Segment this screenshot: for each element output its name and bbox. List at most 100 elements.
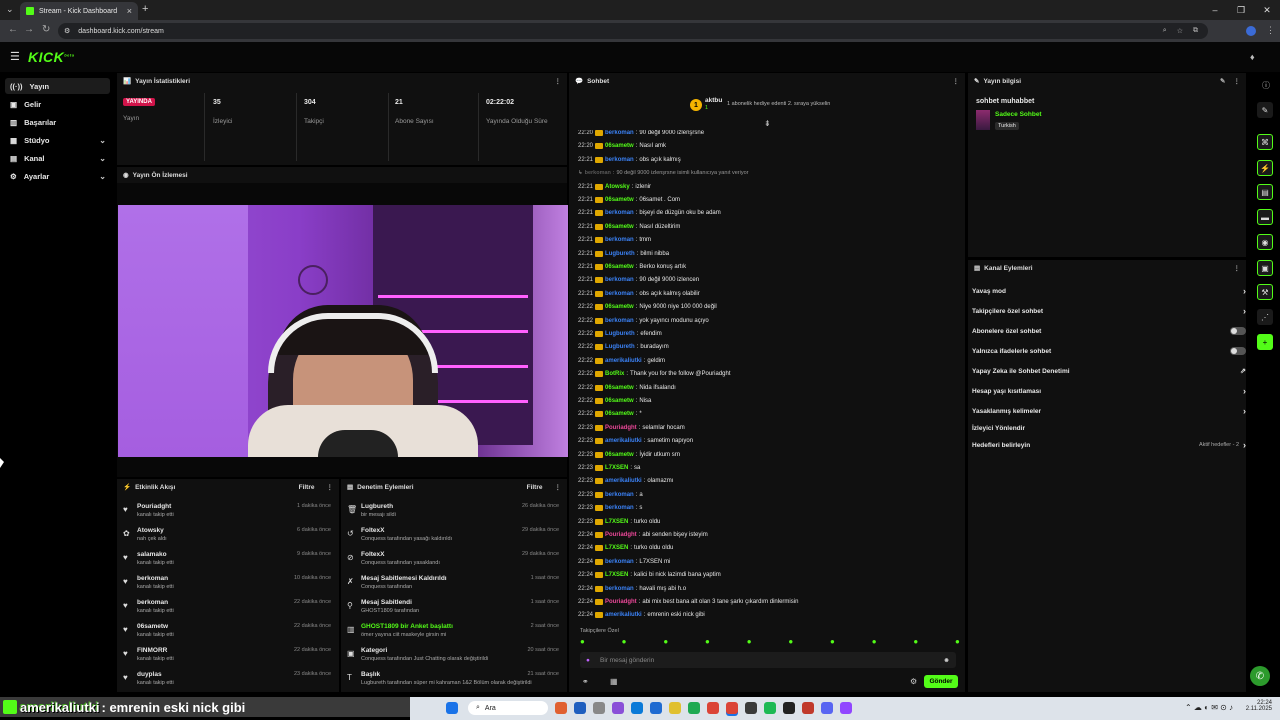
tab-search-icon[interactable]: ⌄: [6, 4, 14, 15]
message-username[interactable]: 06sametw: [605, 398, 634, 404]
add-widget-icon[interactable]: +: [1257, 334, 1273, 350]
chat-message[interactable]: 22:22 Lugbureth: buradayım: [578, 344, 669, 351]
broadcast-icon[interactable]: ◉: [1257, 234, 1273, 250]
bolt-icon[interactable]: ⚡: [1257, 160, 1273, 176]
edit-icon[interactable]: ✎: [1220, 77, 1225, 85]
app-icon[interactable]: [745, 702, 757, 714]
chat-message[interactable]: 22:24 Pouriadght: abi mix best bana alt ol…: [578, 599, 798, 605]
edit-layout-icon[interactable]: ✎: [1257, 102, 1273, 118]
chat-message[interactable]: 22:21 berkoman: obs açık kalmış olabilir: [578, 290, 700, 297]
chat-message[interactable]: 22:22 06sametw: *: [578, 411, 642, 418]
url-field[interactable]: ⚙ dashboard.kick.com/stream ⌕ ☆ ⧉: [58, 23, 1208, 39]
app-icon[interactable]: [593, 702, 605, 714]
action-account-age[interactable]: Hesap yaşı kısıtlaması ›: [972, 381, 1246, 401]
close-window-icon[interactable]: ✕: [1254, 0, 1280, 20]
action-emote-only[interactable]: Yalnızca ifadelerle sohbet: [972, 341, 1246, 361]
chat-message[interactable]: 22:22 amerikaliutki: geldim: [578, 357, 665, 364]
chat-message[interactable]: 22:20 06sametw: Nasıl amk: [578, 143, 666, 150]
chat-message[interactable]: 22:22 06sametw: Nisa: [578, 398, 651, 404]
chat-message[interactable]: 22:22 06sametw: Nida ifsalandı: [578, 384, 676, 391]
chat-message[interactable]: 22:22 06sametw: Niye 9000 niye 100 000 değ…: [578, 304, 717, 311]
back-icon[interactable]: ←: [8, 24, 18, 35]
wrench-icon[interactable]: ⚒: [1257, 284, 1273, 300]
filter-button[interactable]: Filtre: [299, 484, 315, 491]
mod-tools-icon[interactable]: ⚭: [582, 677, 589, 686]
message-username[interactable]: L7XSEN: [605, 465, 628, 471]
message-username[interactable]: berkoman: [605, 291, 634, 297]
app-icon[interactable]: [840, 702, 852, 714]
site-info-icon[interactable]: ⚙: [64, 27, 70, 35]
more-options-icon[interactable]: ⋮: [1234, 77, 1241, 85]
message-username[interactable]: amerikaliutki: [605, 438, 642, 444]
chat-message[interactable]: 22:24 amerikaliutki: emrenin eski nick gib…: [578, 612, 705, 619]
message-username[interactable]: 06sametw: [605, 264, 634, 270]
sidebar-item-yayin[interactable]: ((·)) Yayın: [5, 78, 110, 94]
chat-message[interactable]: 22:23 L7XSEN: sa: [578, 465, 640, 471]
sidebar-item-ayarlar[interactable]: ⚙ Ayarlar ⌄: [5, 168, 110, 184]
chat-message[interactable]: 22:22 BotRix: Thank you for the follow @Po…: [578, 371, 731, 378]
tray-icons[interactable]: ⌃ ☁ ◐ ✉ ⊙ ♪: [1185, 703, 1233, 712]
clock[interactable]: 22:24 2.11.2025: [1232, 700, 1272, 712]
app-icon[interactable]: [555, 702, 567, 714]
emoji-icon[interactable]: ☻: [943, 657, 950, 664]
sidebar-item-studyo[interactable]: ▦ Stüdyo ⌄: [5, 132, 110, 148]
action-slow-mode[interactable]: Yavaş mod ›: [972, 281, 1246, 301]
chat-message[interactable]: 22:21 Lugbureth: bilmi nibba: [578, 250, 669, 257]
chat-message[interactable]: 22:21 berkoman: obs açık kalmış: [578, 156, 681, 163]
message-username[interactable]: 06sametw: [605, 304, 634, 310]
chat-message[interactable]: 22:24 berkoman: havali mış abi h.o: [578, 585, 686, 592]
message-username[interactable]: berkoman: [605, 277, 634, 283]
app-icon[interactable]: [612, 702, 624, 714]
chat-message[interactable]: 22:24 Pouriadght: abi senden bişey isteyim: [578, 532, 708, 538]
message-username[interactable]: berkoman: [605, 318, 634, 324]
chat-message[interactable]: 22:21 berkoman:90 değil 9000 izlencen: [578, 277, 699, 284]
chrome-icon[interactable]: [726, 702, 738, 714]
message-username[interactable]: berkoman: [585, 170, 611, 176]
user-menu-icon[interactable]: ♦: [1250, 52, 1255, 62]
message-username[interactable]: Lugbureth: [605, 344, 635, 350]
folder-icon[interactable]: [669, 702, 681, 714]
more-options-icon[interactable]: ⋮: [1234, 264, 1241, 272]
chat-message[interactable]: 22:22 berkoman: yok yayıncı modunu açıyo: [578, 317, 709, 324]
chat-message[interactable]: 22:23 L7XSEN: turko oldu: [578, 518, 660, 525]
message-username[interactable]: 06sametw: [605, 224, 634, 230]
send-button[interactable]: Gönder: [924, 675, 958, 688]
message-username[interactable]: berkoman: [605, 210, 634, 216]
chat-message[interactable]: 22:23 Pouriadght: selamlar hocam: [578, 424, 685, 431]
kick-logo[interactable]: KICKbeta: [28, 49, 74, 65]
store-icon[interactable]: [650, 702, 662, 714]
message-username[interactable]: amerikaliutki: [605, 478, 642, 484]
chat-message[interactable]: 22:21 06sametw: Nasıl düzeltirim: [578, 223, 680, 230]
start-icon[interactable]: [446, 702, 458, 714]
chat-message[interactable]: 22:21 06sametw:06samet . Com: [578, 197, 680, 203]
document-icon[interactable]: ▤: [1257, 184, 1273, 200]
message-username[interactable]: berkoman: [605, 130, 634, 136]
mic-icon[interactable]: ●: [586, 657, 590, 664]
action-followers-only[interactable]: Takipçilere özel sohbet ›: [972, 301, 1246, 321]
action-ai-moderation[interactable]: Yapay Zeka ile Sohbet Denetimi ⇗: [972, 361, 1246, 381]
zoom-icon[interactable]: ⌕: [1163, 27, 1167, 35]
hamburger-menu-icon[interactable]: ☰: [10, 50, 20, 63]
sidebar-item-basarilar[interactable]: ▥ Başarılar: [5, 114, 110, 130]
chat-message[interactable]: 22:23 amerikaliutki: olamazmı: [578, 478, 673, 485]
spotify-icon[interactable]: [764, 702, 776, 714]
forward-icon[interactable]: →: [24, 24, 34, 35]
message-username[interactable]: berkoman: [605, 505, 634, 511]
more-options-icon[interactable]: ⋮: [327, 483, 334, 491]
message-username[interactable]: Lugbureth: [605, 331, 635, 337]
chat-icon[interactable]: ▬: [1257, 209, 1273, 225]
action-subscribers-only[interactable]: Abonelere özel sohbet: [972, 321, 1246, 341]
more-options-icon[interactable]: ⋮: [555, 483, 562, 491]
chrome-icon[interactable]: [707, 702, 719, 714]
info-icon[interactable]: ⓘ: [1262, 80, 1270, 91]
emote-bar[interactable]: ● ● ● ● ● ● ● ● ● ●: [580, 637, 960, 648]
discord-icon[interactable]: [821, 702, 833, 714]
browser-menu-icon[interactable]: ⋮: [1266, 25, 1275, 36]
message-username[interactable]: 06sametw: [605, 143, 634, 149]
stream-preview-video[interactable]: [118, 205, 568, 457]
message-username[interactable]: Pouriadght: [605, 532, 637, 538]
more-options-icon[interactable]: ⋮: [555, 77, 562, 85]
calendar-icon[interactable]: ▦: [610, 677, 618, 686]
chat-message[interactable]: ↳ berkoman:90 değil 9000 izlenşrsne isiml…: [578, 170, 749, 176]
app-icon[interactable]: [802, 702, 814, 714]
